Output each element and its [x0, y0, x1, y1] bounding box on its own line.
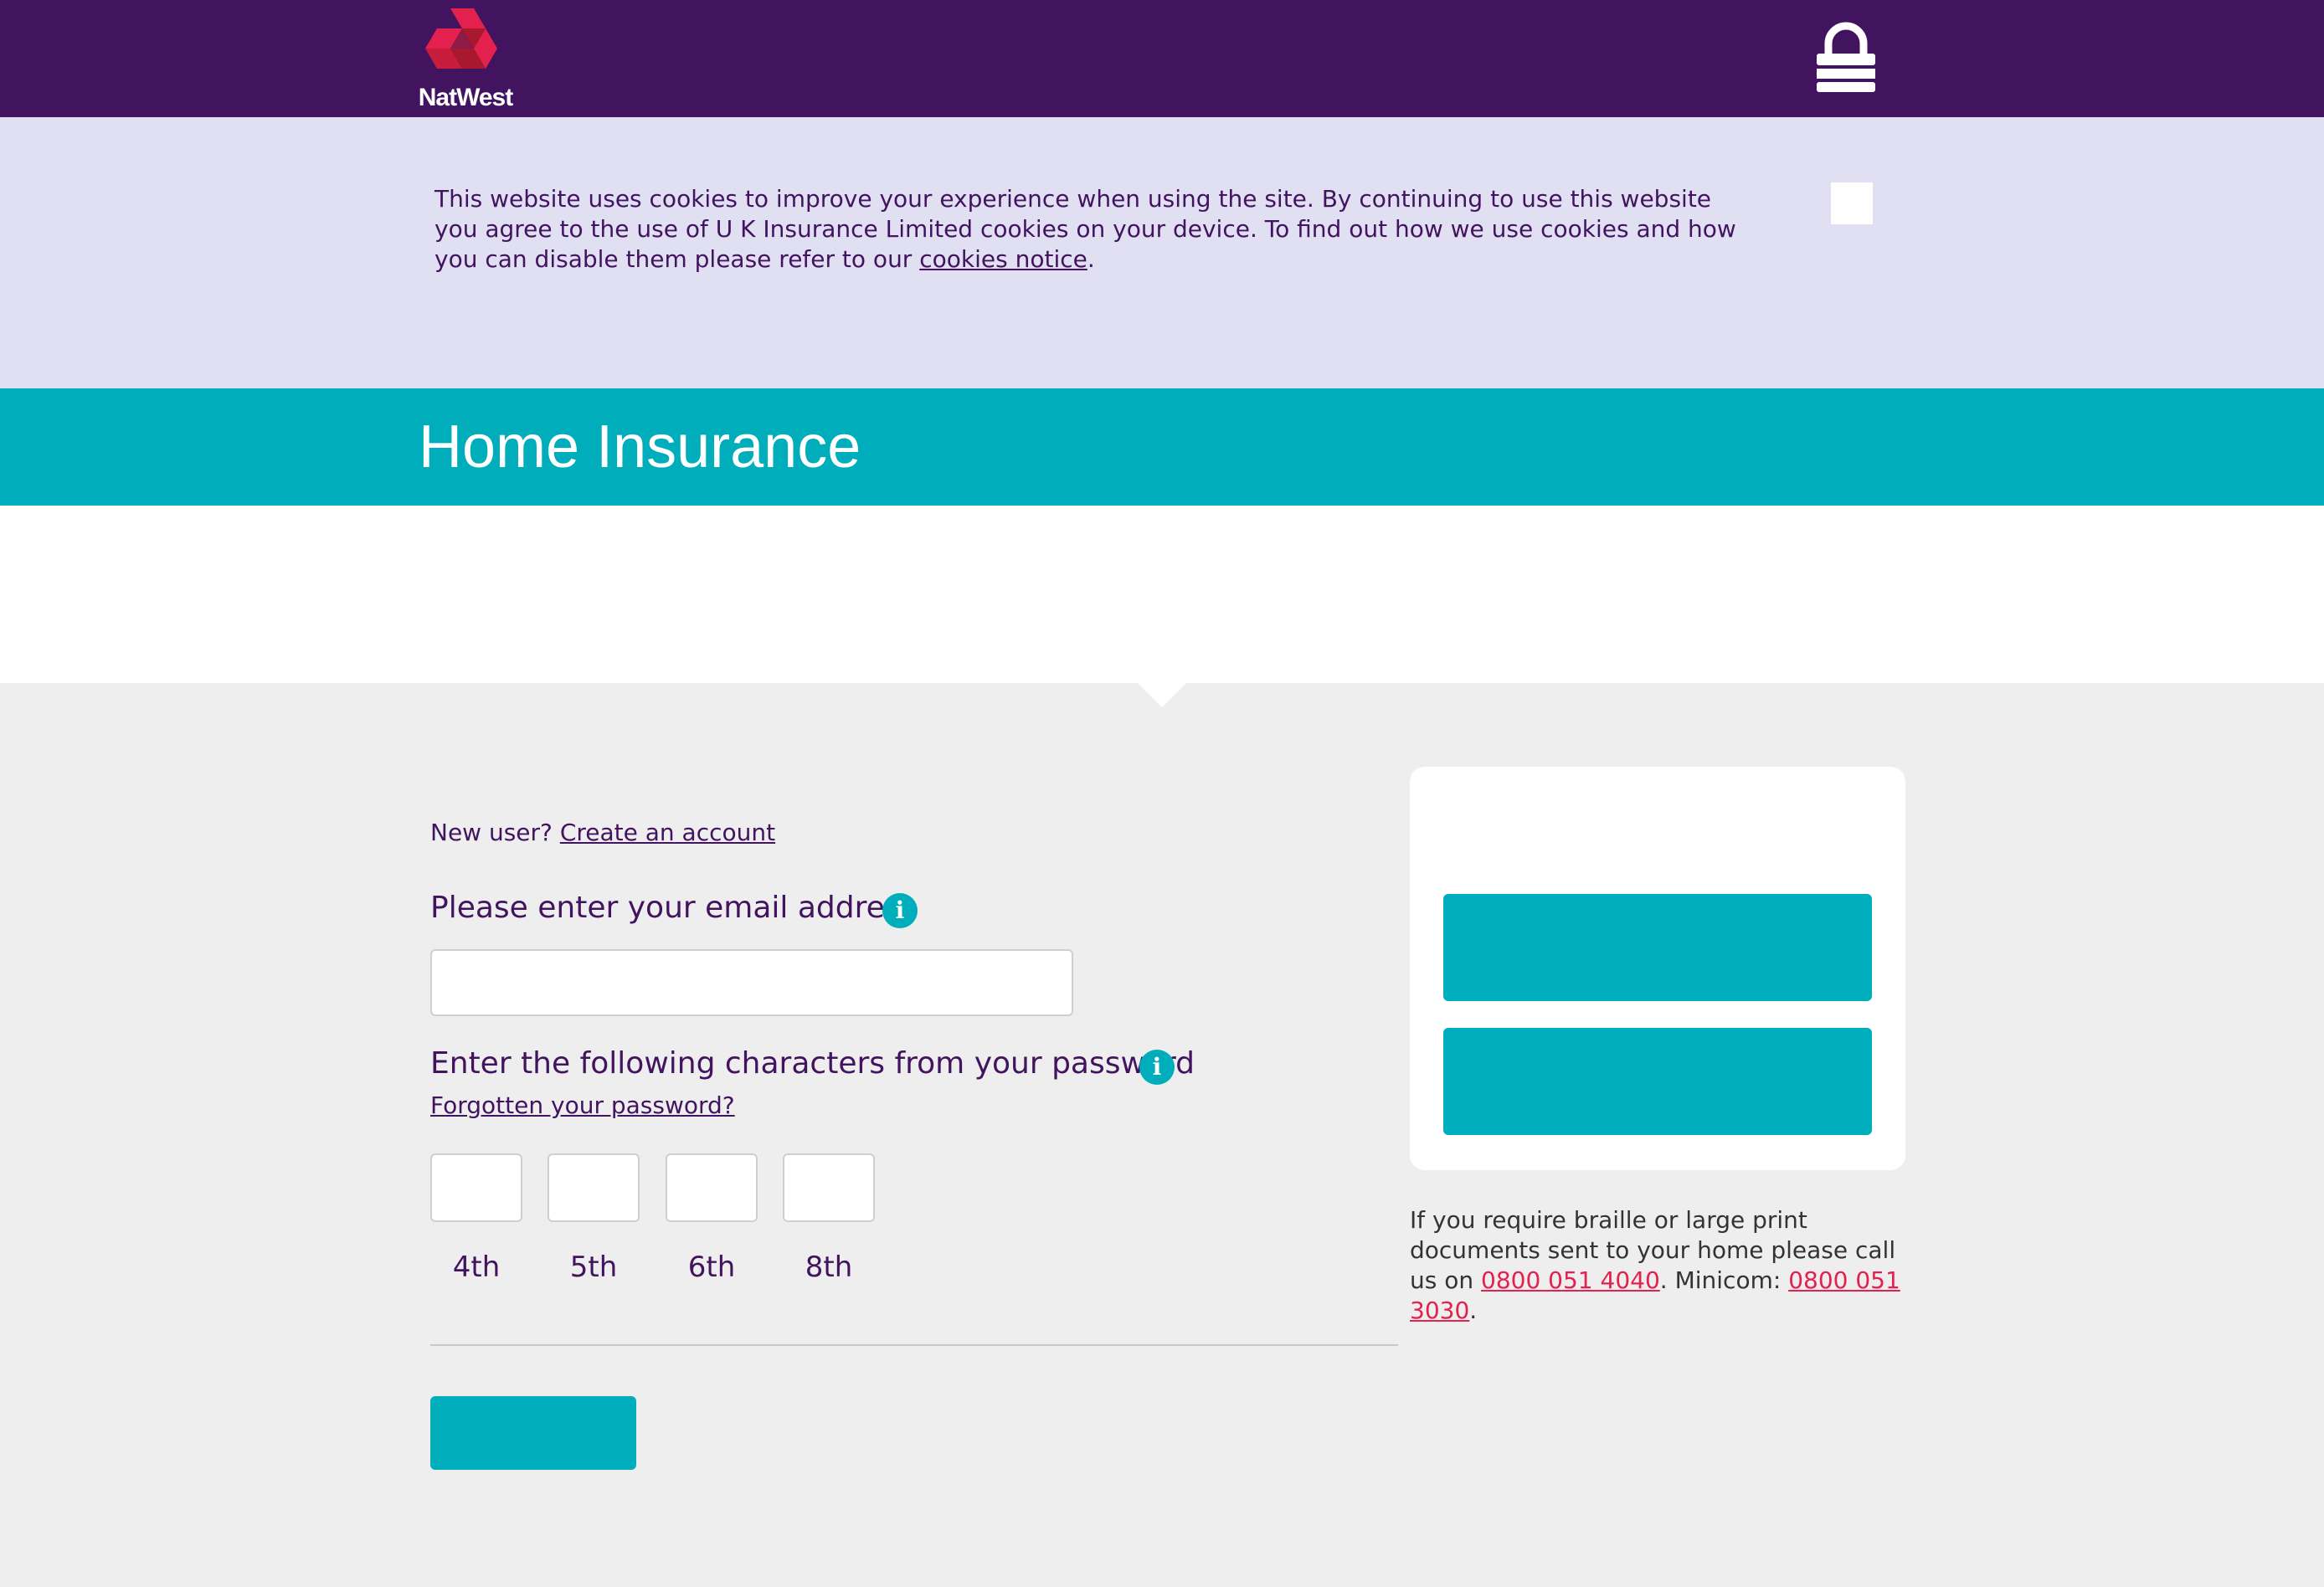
email-label: Please enter your email address: [430, 891, 917, 925]
cookie-message: This website uses cookies to improve you…: [434, 185, 1736, 273]
braille-notice: If you require braille or large print do…: [1410, 1206, 1900, 1324]
create-account-link[interactable]: Create an account: [560, 819, 775, 846]
brand-name: NatWest: [418, 84, 513, 111]
natwest-cubes-logo-icon: [425, 8, 497, 69]
info-icon[interactable]: i: [882, 893, 918, 928]
top-header: NatWest: [0, 0, 2324, 117]
new-user-line: New user? Create an account: [430, 819, 776, 846]
page-title: Home Insurance: [419, 413, 861, 480]
password-char-input[interactable]: [666, 1153, 758, 1222]
side-action-button-1[interactable]: [1443, 894, 1872, 1001]
cookie-banner: This website uses cookies to improve you…: [0, 117, 2324, 388]
close-icon[interactable]: [1831, 182, 1873, 224]
pointer-notch: [1137, 682, 1187, 707]
natwest-logo[interactable]: NatWest: [417, 7, 514, 112]
password-char-input[interactable]: [548, 1153, 640, 1222]
info-icon[interactable]: i: [1139, 1050, 1175, 1085]
phone-link[interactable]: 0800 051 4040: [1481, 1266, 1660, 1294]
white-band: [0, 506, 2324, 683]
side-action-button-2[interactable]: [1443, 1028, 1872, 1135]
char-position-label: 5th: [569, 1251, 618, 1284]
lock-icon: [1817, 22, 1875, 92]
form-divider: [430, 1344, 1398, 1346]
password-char-input[interactable]: [430, 1153, 522, 1222]
cookies-notice-link[interactable]: cookies notice: [919, 245, 1087, 273]
char-position-label: 4th: [452, 1251, 501, 1284]
password-char-input[interactable]: [783, 1153, 875, 1222]
password-label: Enter the following characters from your…: [430, 1046, 1195, 1081]
char-position-label: 8th: [805, 1251, 853, 1284]
title-band: Home Insurance: [0, 388, 2324, 506]
side-panel: [1410, 767, 1905, 1170]
char-position-label: 6th: [687, 1251, 736, 1284]
email-input[interactable]: [430, 949, 1073, 1016]
submit-button[interactable]: [430, 1396, 636, 1470]
forgot-password-link[interactable]: Forgotten your password?: [430, 1091, 735, 1119]
